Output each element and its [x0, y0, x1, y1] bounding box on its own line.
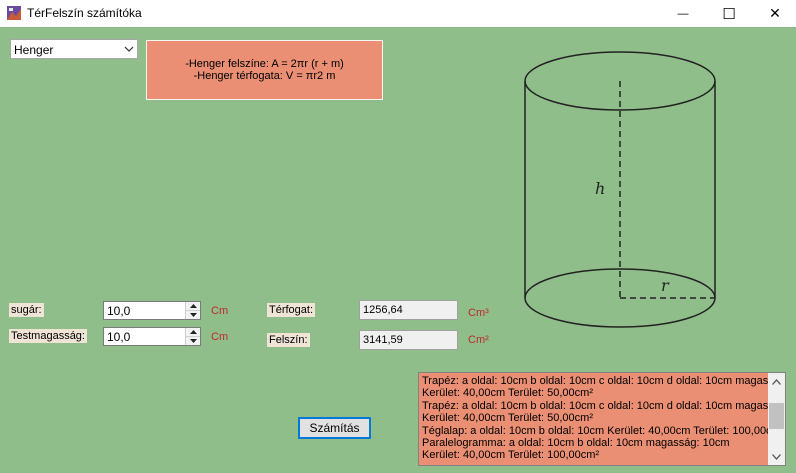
scroll-thumb[interactable]: [769, 403, 784, 429]
surface-unit: Cm²: [468, 334, 489, 346]
surface-label: Felszín:: [267, 333, 310, 347]
volume-value: 1256,64: [363, 304, 403, 316]
list-item[interactable]: Paralelogramma: a oldal: 10cm b oldal: 1…: [422, 437, 768, 449]
height-value: 10,0: [107, 330, 131, 344]
chevron-up-icon: [772, 378, 781, 385]
radius-increment-button[interactable]: [186, 302, 200, 311]
height-decrement-button[interactable]: [186, 337, 200, 345]
title-bar: TérFelszín számítóka — ☐ ✕: [0, 0, 796, 27]
volume-unit: Cm³: [468, 307, 489, 319]
volume-formula: -Henger térfogata: V = πr2 m: [193, 70, 336, 82]
calculate-button-label: Számítás: [309, 421, 360, 435]
chevron-down-icon: [124, 46, 134, 52]
list-item[interactable]: Kerület: 40,00cm Terület: 50,00cm²: [422, 387, 768, 399]
height-spinner: [185, 328, 200, 345]
history-scrollbar[interactable]: [768, 373, 785, 465]
caret-up-icon: [189, 330, 197, 334]
radius-label: sugár:: [9, 303, 44, 317]
history-lines: Trapéz: a oldal: 10cm b oldal: 10cm c ol…: [422, 375, 768, 462]
radius-unit: Cm: [211, 305, 229, 317]
height-label: Testmagasság:: [9, 329, 87, 343]
shape-select[interactable]: Henger: [10, 39, 138, 59]
formula-box: -Henger felszíne: A = 2πr (r + m) -Henge…: [146, 40, 383, 100]
list-item[interactable]: Trapéz: a oldal: 10cm b oldal: 10cm c ol…: [422, 375, 768, 387]
surface-value: 3141,59: [363, 334, 403, 346]
window-title: TérFelszín számítóka: [27, 6, 142, 20]
main-panel: Henger -Henger felszíne: A = 2πr (r + m)…: [0, 27, 796, 473]
height-increment-button[interactable]: [186, 328, 200, 337]
list-item[interactable]: Kerület: 40,00cm Terület: 50,00cm²: [422, 412, 768, 424]
scroll-down-button[interactable]: [768, 448, 785, 465]
radius-value: 10,0: [107, 304, 131, 318]
height-label: h: [595, 179, 605, 198]
list-item[interactable]: Kerület: 40,00cm Terület: 100,00cm²: [422, 449, 768, 461]
maximize-icon: ☐: [722, 5, 736, 23]
list-item[interactable]: Trapéz: a oldal: 10cm b oldal: 10cm c ol…: [422, 400, 768, 412]
radius-spinner: [185, 302, 200, 319]
chevron-down-icon: [772, 453, 781, 460]
shape-select-value: Henger: [14, 43, 54, 57]
minimize-icon: —: [677, 7, 689, 20]
minimize-button[interactable]: —: [660, 0, 706, 27]
list-item[interactable]: Téglalap: a oldal: 10cm b oldal: 10cm Ke…: [422, 425, 768, 437]
caret-up-icon: [189, 304, 197, 308]
app-icon: [7, 6, 21, 20]
scroll-up-button[interactable]: [768, 373, 785, 390]
radius-label: r: [661, 276, 670, 295]
surface-formula: -Henger felszíne: A = 2πr (r + m): [185, 58, 344, 70]
cylinder-diagram: h r: [524, 51, 716, 328]
height-input[interactable]: 10,0: [103, 327, 201, 346]
close-icon: ✕: [769, 5, 781, 21]
calculate-button[interactable]: Számítás: [298, 417, 371, 439]
caret-down-icon: [189, 339, 197, 343]
radius-decrement-button[interactable]: [186, 311, 200, 319]
volume-output: 1256,64: [359, 300, 458, 320]
surface-output: 3141,59: [359, 330, 458, 350]
radius-input[interactable]: 10,0: [103, 301, 201, 320]
maximize-button[interactable]: ☐: [706, 0, 752, 27]
volume-label: Térfogat:: [267, 303, 316, 317]
height-unit: Cm: [211, 331, 229, 343]
caret-down-icon: [189, 313, 197, 317]
close-button[interactable]: ✕: [752, 0, 796, 27]
history-list[interactable]: Trapéz: a oldal: 10cm b oldal: 10cm c ol…: [418, 372, 786, 466]
